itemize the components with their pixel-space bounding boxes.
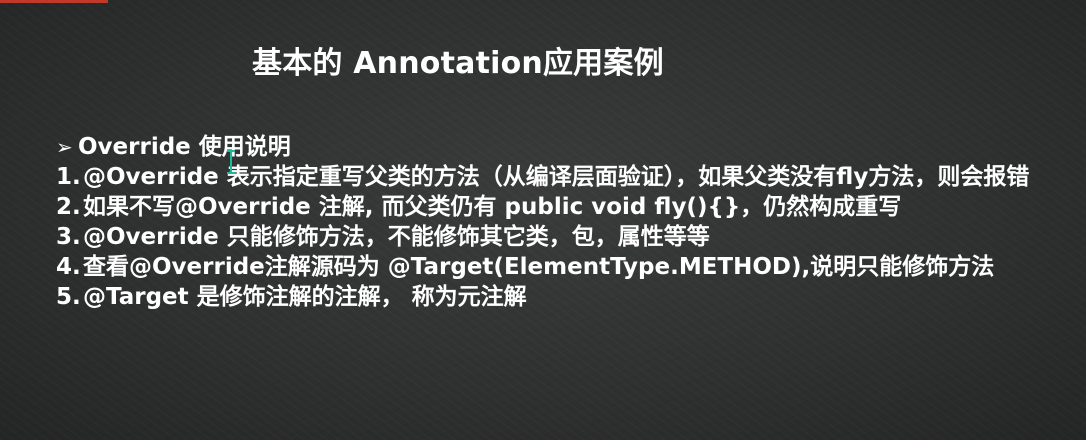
corner-accent-bar	[0, 0, 108, 3]
slide: 基本的 Annotation应用案例 ➢ Override 使用说明 1. @O…	[0, 0, 1086, 440]
slide-content: ➢ Override 使用说明 1. @Override 表示指定重写父类的方法…	[56, 132, 1066, 312]
list-item: 1. @Override 表示指定重写父类的方法（从编译层面验证），如果父类没有…	[56, 162, 1066, 192]
usage-list: 1. @Override 表示指定重写父类的方法（从编译层面验证），如果父类没有…	[56, 162, 1066, 312]
list-item-number: 3.	[56, 224, 81, 250]
list-item-text: @Target 是修饰注解的注解， 称为元注解	[83, 284, 527, 310]
list-item-text: 查看@Override注解源码为 @Target(ElementType.MET…	[83, 254, 995, 280]
list-item-number: 2.	[56, 194, 81, 220]
section-heading: ➢ Override 使用说明	[56, 132, 1066, 162]
list-item-text: @Override 只能修饰方法，不能修饰其它类，包，属性等等	[83, 224, 710, 250]
slide-title: 基本的 Annotation应用案例	[252, 46, 664, 81]
list-item: 4. 查看@Override注解源码为 @Target(ElementType.…	[56, 252, 1066, 282]
list-item: 3. @Override 只能修饰方法，不能修饰其它类，包，属性等等	[56, 222, 1066, 252]
arrow-bullet-icon: ➢	[56, 135, 73, 159]
list-item-number: 1.	[56, 164, 81, 190]
list-item-text: @Override 表示指定重写父类的方法（从编译层面验证），如果父类没有fly…	[83, 164, 1030, 190]
list-item: 2. 如果不写@Override 注解, 而父类仍有 public void f…	[56, 192, 1066, 222]
list-item-text: 如果不写@Override 注解, 而父类仍有 public void fly(…	[83, 194, 902, 220]
list-item: 5. @Target 是修饰注解的注解， 称为元注解	[56, 282, 1066, 312]
list-item-number: 4.	[56, 254, 81, 280]
text-cursor-icon	[227, 150, 235, 174]
list-item-number: 5.	[56, 284, 81, 310]
section-heading-text: Override 使用说明	[78, 134, 291, 160]
